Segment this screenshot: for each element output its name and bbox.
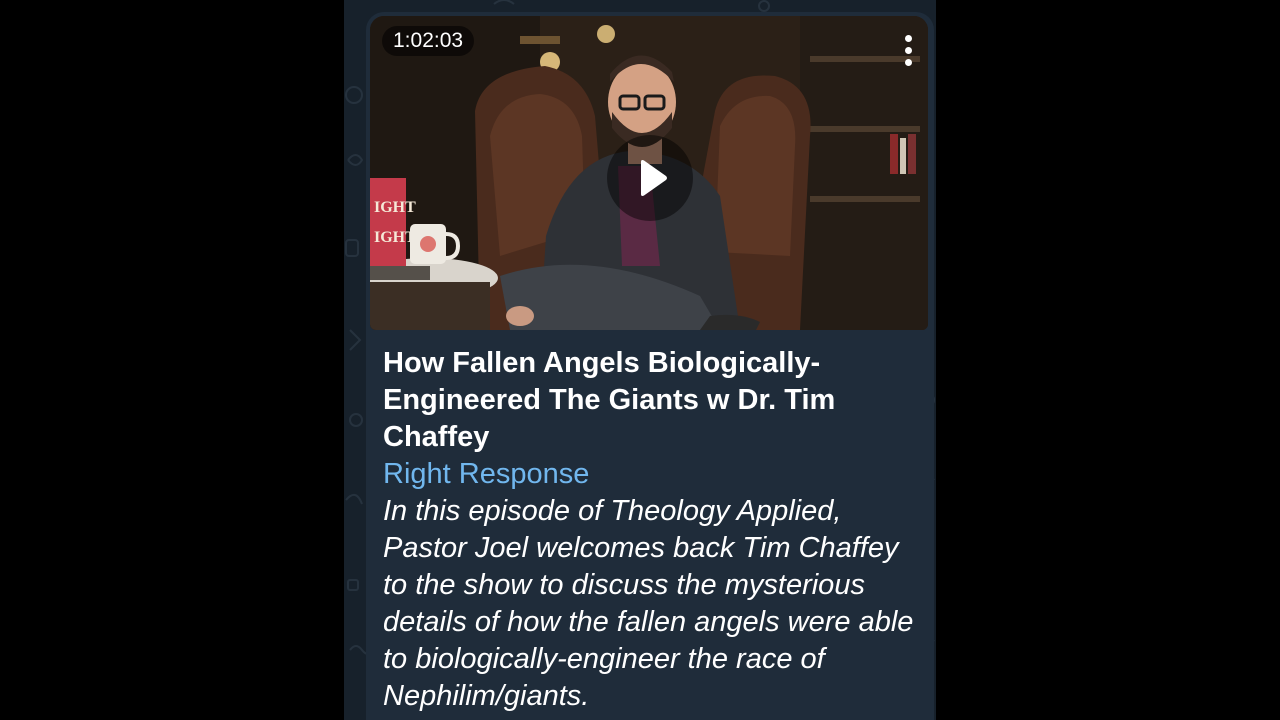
more-vertical-icon-dot	[904, 58, 912, 66]
more-vertical-icon-dot	[904, 46, 912, 54]
video-description: In this episode of Theology Applied, Pas…	[383, 495, 914, 712]
video-duration-badge: 1:02:03	[382, 26, 475, 56]
more-options-button[interactable]	[896, 28, 920, 72]
play-button[interactable]	[607, 135, 693, 221]
book-cover-text-2: IGHT	[374, 229, 416, 246]
play-icon	[641, 160, 667, 196]
message-text: How Fallen Angels Biologically-Engineere…	[383, 345, 918, 715]
video-preview[interactable]: IGHT IGHT 1:02:03	[370, 16, 928, 330]
book-cover-text-1: IGHT	[374, 199, 416, 216]
message-bubble: IGHT IGHT 1:02:03 How Fallen Angels Biol…	[366, 12, 934, 720]
video-title: How Fallen Angels Biologically-Engineere…	[383, 347, 836, 453]
channel-link[interactable]: Right Response	[383, 456, 918, 493]
more-vertical-icon	[904, 34, 912, 42]
chat-screen: IGHT IGHT 1:02:03 How Fallen Angels Biol…	[344, 0, 936, 720]
